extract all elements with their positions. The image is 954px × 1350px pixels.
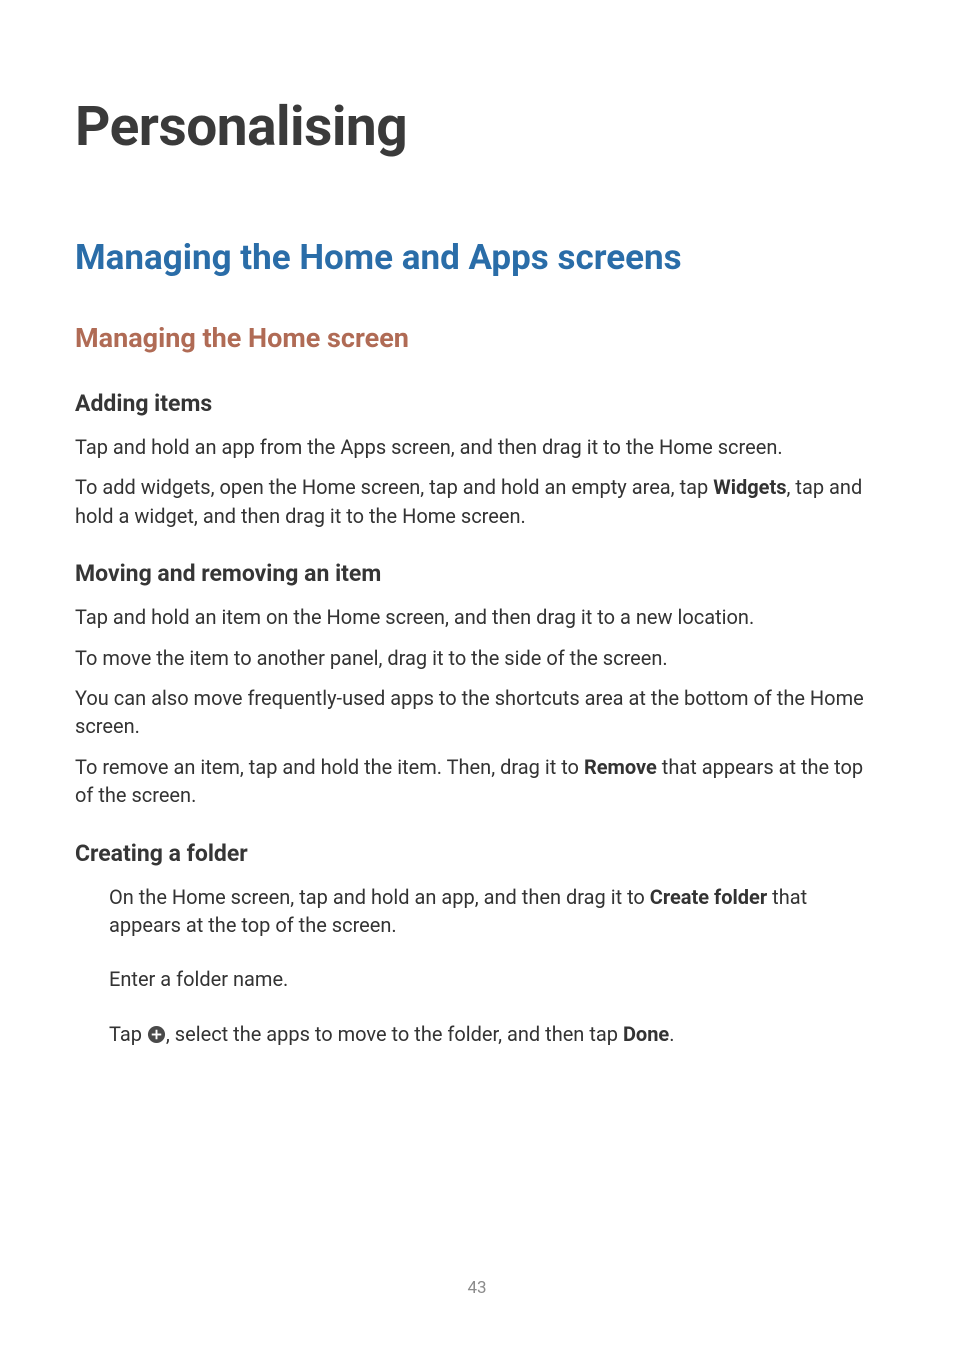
text-run: Tap bbox=[109, 1022, 147, 1046]
moving-removing-heading: Moving and removing an item bbox=[75, 560, 879, 587]
body-text: To add widgets, open the Home screen, ta… bbox=[75, 473, 879, 530]
body-text: You can also move frequently-used apps t… bbox=[75, 684, 879, 741]
body-text: Tap , select the apps to move to the fol… bbox=[109, 1020, 879, 1048]
body-text: Enter a folder name. bbox=[109, 965, 879, 993]
body-text: Tap and hold an item on the Home screen,… bbox=[75, 603, 879, 631]
folder-steps: On the Home screen, tap and hold an app,… bbox=[75, 883, 879, 1049]
creating-folder-heading: Creating a folder bbox=[75, 840, 879, 867]
text-run: To add widgets, open the Home screen, ta… bbox=[75, 475, 713, 499]
body-text: Tap and hold an app from the Apps screen… bbox=[75, 433, 879, 461]
body-text: To remove an item, tap and hold the item… bbox=[75, 753, 879, 810]
body-text: To move the item to another panel, drag … bbox=[75, 644, 879, 672]
adding-items-heading: Adding items bbox=[75, 390, 879, 417]
text-run: . bbox=[669, 1022, 674, 1046]
page-title: Personalising bbox=[75, 95, 879, 159]
text-run: On the Home screen, tap and hold an app,… bbox=[109, 885, 650, 909]
creating-folder-block: Creating a folder On the Home screen, ta… bbox=[75, 840, 879, 1049]
page: Personalising Managing the Home and Apps… bbox=[0, 0, 954, 1350]
text-run: To remove an item, tap and hold the item… bbox=[75, 755, 584, 779]
bold-text: Remove bbox=[584, 755, 657, 779]
moving-removing-block: Moving and removing an item Tap and hold… bbox=[75, 560, 879, 809]
subsection-heading: Managing the Home screen bbox=[75, 322, 879, 354]
body-text: On the Home screen, tap and hold an app,… bbox=[109, 883, 879, 940]
bold-text: Done bbox=[623, 1022, 669, 1046]
adding-items-block: Adding items Tap and hold an app from th… bbox=[75, 390, 879, 530]
bold-text: Widgets bbox=[713, 475, 786, 499]
page-number: 43 bbox=[0, 1278, 954, 1298]
plus-circle-icon bbox=[147, 1023, 166, 1042]
bold-text: Create folder bbox=[650, 885, 767, 909]
text-run: , select the apps to move to the folder,… bbox=[166, 1022, 623, 1046]
section-heading: Managing the Home and Apps screens bbox=[75, 237, 879, 278]
